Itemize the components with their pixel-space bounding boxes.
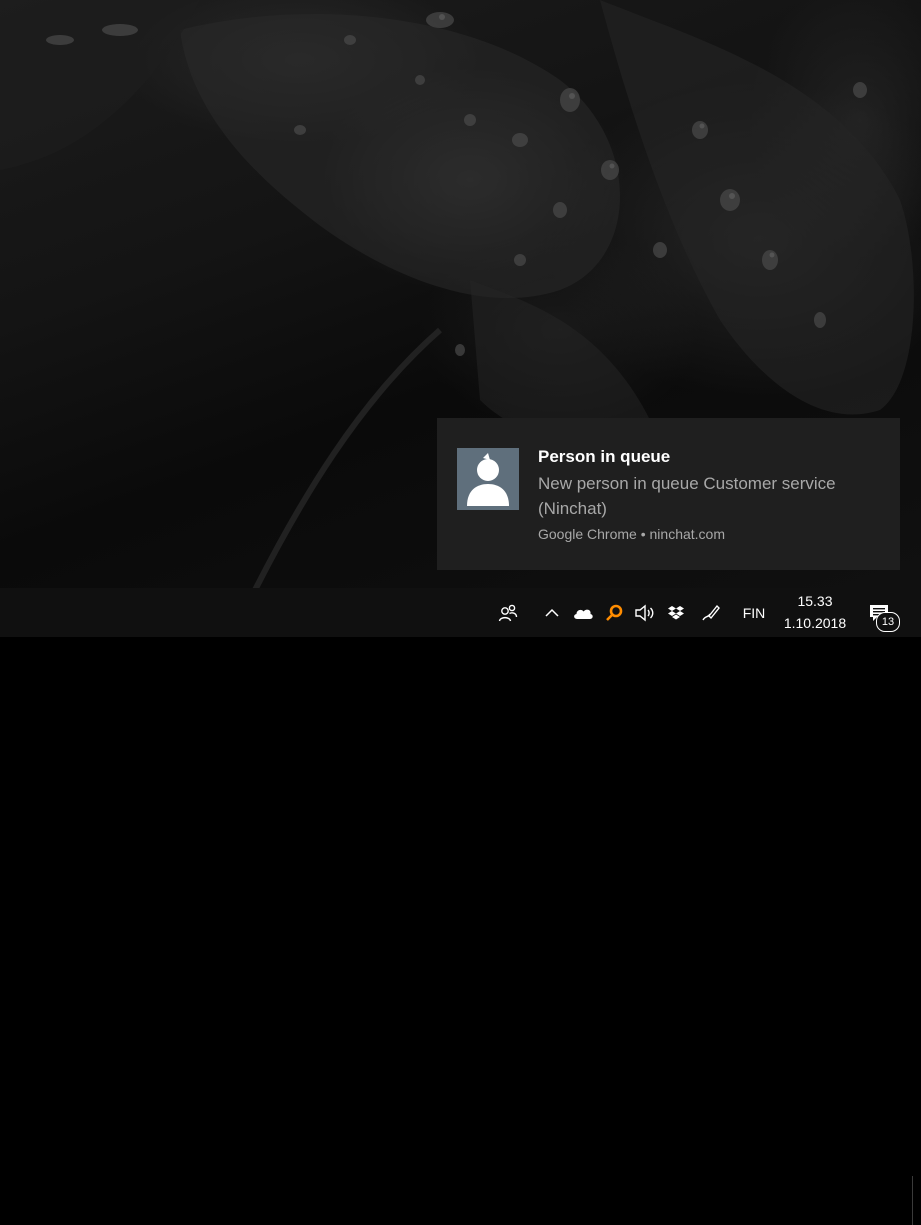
notification-title: Person in queue bbox=[538, 447, 671, 466]
notification-body: New person in queue Customer service (Ni… bbox=[538, 474, 836, 518]
system-clock[interactable]: 15.33 1.10.2018 bbox=[780, 588, 850, 637]
dropbox-icon[interactable] bbox=[664, 588, 688, 637]
person-icon bbox=[457, 448, 519, 510]
clock-date: 1.10.2018 bbox=[783, 615, 847, 631]
search-app-icon[interactable] bbox=[602, 588, 626, 637]
chevron-up-icon[interactable] bbox=[540, 588, 564, 637]
people-icon[interactable] bbox=[494, 588, 522, 637]
pen-workspace-icon[interactable] bbox=[698, 588, 724, 637]
notification-count-badge: 13 bbox=[876, 612, 900, 632]
show-desktop-button[interactable] bbox=[912, 1176, 913, 1225]
input-language-indicator[interactable]: FIN bbox=[736, 588, 772, 637]
toast-notification[interactable]: Person in queue New person in queue Cust… bbox=[437, 418, 900, 570]
onedrive-cloud-icon[interactable] bbox=[570, 588, 596, 637]
taskbar: FIN 15.33 1.10.2018 bbox=[0, 588, 921, 1225]
notification-source: Google Chrome • ninchat.com bbox=[538, 526, 725, 542]
volume-icon[interactable] bbox=[632, 588, 658, 637]
clock-time: 15.33 bbox=[797, 593, 833, 609]
